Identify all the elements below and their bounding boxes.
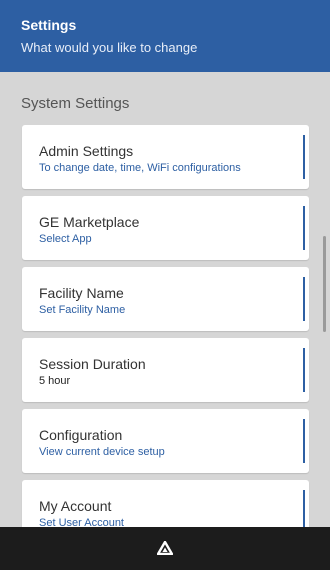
item-subtitle: Set Facility Name	[39, 304, 126, 316]
header-title: Settings	[21, 17, 77, 33]
settings-item-ge-marketplace[interactable]: GE Marketplace Select App	[22, 196, 309, 260]
item-title: My Account	[39, 498, 112, 514]
bottom-nav-bar	[0, 527, 330, 570]
settings-item-admin-settings[interactable]: Admin Settings To change date, time, WiF…	[22, 125, 309, 189]
scrollbar[interactable]	[323, 236, 326, 332]
item-title: GE Marketplace	[39, 214, 140, 230]
settings-item-session-duration[interactable]: Session Duration 5 hour	[22, 338, 309, 402]
settings-item-facility-name[interactable]: Facility Name Set Facility Name	[22, 267, 309, 331]
item-title: Facility Name	[39, 285, 124, 301]
item-title: Admin Settings	[39, 143, 134, 159]
header-subtitle: What would you like to change	[21, 40, 198, 55]
item-subtitle: To change date, time, WiFi configuration…	[39, 162, 241, 174]
item-subtitle: View current device setup	[39, 446, 165, 458]
item-title: Session Duration	[39, 356, 146, 372]
item-title: Configuration	[39, 427, 123, 443]
item-subtitle: Select App	[39, 233, 92, 245]
section-heading: System Settings	[21, 95, 130, 112]
triangle-home-icon[interactable]	[157, 541, 173, 555]
settings-item-configuration[interactable]: Configuration View current device setup	[22, 409, 309, 473]
app-header: Settings What would you like to change	[0, 0, 330, 72]
settings-screen: Settings What would you like to change S…	[0, 0, 330, 570]
item-subtitle: 5 hour	[39, 375, 71, 387]
